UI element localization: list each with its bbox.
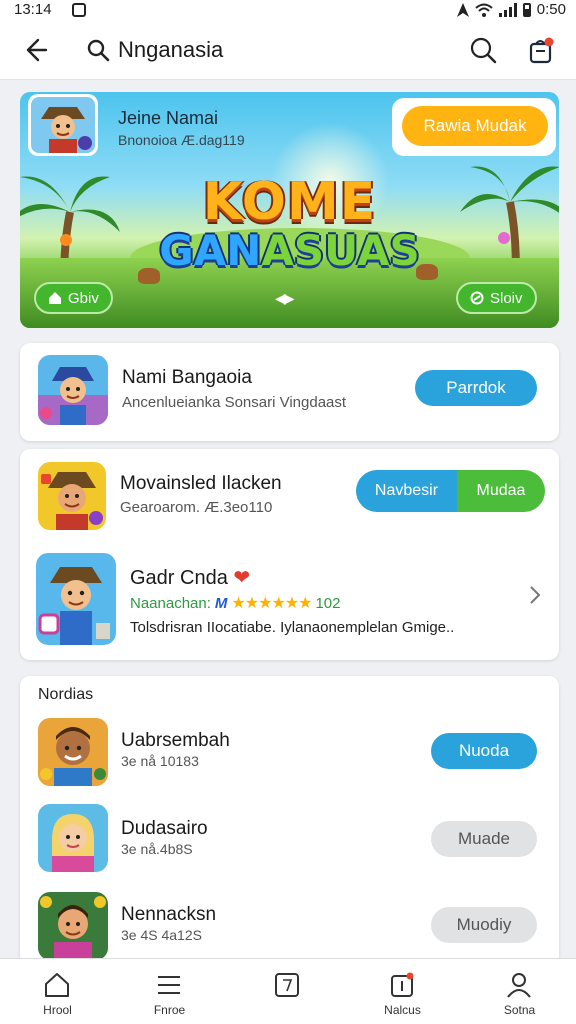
banner-left-pill[interactable]: Gbiv bbox=[34, 282, 113, 314]
promo-app-sub-1: Gearoarom. Æ.3eo110 bbox=[120, 499, 273, 516]
promo-card: Movainsled Ilacken Gearoarom. Æ.3eo110 N… bbox=[20, 449, 559, 660]
section-title: Nordias bbox=[38, 686, 94, 703]
rating-count: 102 bbox=[315, 594, 341, 612]
character-avatar-icon bbox=[31, 97, 95, 153]
book-icon bbox=[275, 973, 299, 997]
promo-split-right[interactable]: Mudaa bbox=[457, 470, 545, 512]
list-item-sub: 3e nå.4b8S bbox=[121, 841, 193, 857]
nav-home-label: Hrool bbox=[43, 1003, 72, 1017]
promo-rating-line: Naanachan: M ★★★★★★ 102 bbox=[130, 593, 341, 613]
banner-app-sub: Bnonoioa Æ.dag119 bbox=[118, 132, 245, 148]
character-avatar-icon bbox=[38, 462, 106, 530]
screenshot-icon bbox=[72, 3, 86, 17]
promo-app-name-2-text: Gadr Cnda bbox=[130, 567, 228, 589]
character-avatar-icon bbox=[38, 804, 108, 872]
list-item-name: Uabrsembah bbox=[121, 730, 230, 751]
list-item-name: Nennacksn bbox=[121, 904, 217, 925]
page-title[interactable]: Nnganasia bbox=[118, 37, 223, 63]
refresh-small-icon bbox=[470, 291, 484, 305]
list-item-button[interactable]: Muodiy bbox=[431, 907, 537, 943]
status-time: 13:14 bbox=[14, 1, 52, 18]
nav-home[interactable]: Hrool bbox=[0, 959, 115, 1024]
banner-app-icon[interactable] bbox=[28, 94, 98, 156]
list-item-sub: 3e nå 10183 bbox=[121, 753, 199, 769]
title-part-a: GAN bbox=[159, 226, 262, 275]
heart-icon: ❤ bbox=[233, 567, 251, 589]
banner-game-subtitle: GANASUAS bbox=[20, 226, 559, 275]
star-rating: ★★★★★★ bbox=[231, 595, 312, 612]
list-item-button[interactable]: Nuoda bbox=[431, 733, 537, 769]
location-icon bbox=[456, 2, 469, 17]
cart-icon[interactable] bbox=[526, 36, 556, 66]
battery-level: 0:50 bbox=[536, 1, 566, 18]
nav-notifications-label: Nalcus bbox=[384, 1003, 421, 1017]
banner-right-pill[interactable]: Sloiv bbox=[456, 282, 537, 314]
wifi-icon bbox=[475, 3, 493, 17]
rating-mark: M bbox=[214, 594, 228, 612]
chevron-right-icon[interactable] bbox=[528, 585, 542, 605]
character-avatar-icon bbox=[36, 553, 116, 645]
promo-app-icon-2[interactable] bbox=[36, 553, 116, 645]
list-item-icon[interactable] bbox=[38, 718, 108, 786]
promo-app-desc-2: Tolsdrisran IIocatiabe. Iylanaonemplelan… bbox=[130, 619, 455, 636]
featured-app-name: Nami Bangaoia bbox=[122, 367, 252, 388]
featured-action-button[interactable]: Parrdok bbox=[415, 370, 537, 406]
character-avatar-icon bbox=[38, 892, 108, 960]
title-part-b: ASUAS bbox=[261, 226, 420, 275]
nav-notifications[interactable]: Nalcus bbox=[345, 959, 460, 1024]
status-icons: 0:50 bbox=[456, 1, 566, 18]
banner-app-name: Jeine Namai bbox=[118, 108, 219, 128]
list-item-button[interactable]: Muade bbox=[431, 821, 537, 857]
featured-banner[interactable]: KOME GANASUAS Jeine Namai Bnonoioa Æ.dag… bbox=[20, 92, 559, 328]
banner-action-button[interactable]: Rawia Mudak bbox=[402, 106, 548, 146]
bottom-navigation: Hrool Fnroe Nalcus Sotna bbox=[0, 958, 576, 1024]
status-bar: 13:14 0:50 bbox=[0, 0, 576, 20]
top-bar: Nnganasia bbox=[0, 20, 576, 80]
featured-app-sub: Ancenlueianka Sonsari Vingdaast bbox=[122, 394, 347, 411]
search-button-icon[interactable] bbox=[469, 36, 497, 64]
list-item-name: Dudasairo bbox=[121, 818, 208, 839]
home-icon bbox=[45, 973, 69, 997]
promo-split-left[interactable]: Navbesir bbox=[356, 470, 457, 512]
signal-icon bbox=[498, 2, 517, 17]
banner-right-pill-label: Sloiv bbox=[490, 289, 523, 307]
menu-icon bbox=[158, 976, 180, 994]
list-card: Nordias Uabrsembah 3e nå 10183 Nuoda Dud… bbox=[20, 676, 559, 966]
character-avatar-icon bbox=[38, 718, 108, 786]
promo-app-name-1: Movainsled Ilacken bbox=[120, 473, 282, 494]
nav-book[interactable] bbox=[230, 959, 345, 1024]
promo-app-name-2: Gadr Cnda ❤ bbox=[130, 565, 250, 590]
featured-app-card[interactable]: Nami Bangaoia Ancenlueianka Sonsari Ving… bbox=[20, 343, 559, 441]
list-item-icon[interactable] bbox=[38, 804, 108, 872]
promo-split-button: Navbesir Mudaa bbox=[356, 470, 545, 512]
notifications-icon bbox=[391, 972, 414, 997]
nav-menu[interactable]: Fnroe bbox=[112, 959, 227, 1024]
list-item-sub: 3e 4S 4a12S bbox=[121, 927, 202, 943]
search-icon bbox=[87, 39, 110, 62]
nav-profile[interactable]: Sotna bbox=[462, 959, 576, 1024]
banner-left-pill-label: Gbiv bbox=[68, 289, 99, 307]
banner-game-title: KOME bbox=[202, 172, 377, 232]
nav-menu-label: Fnroe bbox=[153, 1003, 186, 1017]
promo-app-icon-1[interactable] bbox=[38, 462, 106, 530]
nav-profile-label: Sotna bbox=[503, 1003, 536, 1017]
profile-icon bbox=[507, 973, 531, 998]
featured-app-icon[interactable] bbox=[38, 355, 108, 425]
home-small-icon bbox=[49, 292, 61, 304]
battery-icon bbox=[522, 2, 531, 17]
rating-label: Naanachan: bbox=[130, 594, 211, 612]
list-item-icon[interactable] bbox=[38, 892, 108, 960]
banner-pager[interactable]: ◀▶ bbox=[275, 290, 294, 307]
back-arrow-icon[interactable] bbox=[20, 36, 48, 64]
banner-action-wrap: Rawia Mudak bbox=[392, 98, 556, 156]
character-avatar-icon bbox=[38, 355, 108, 425]
